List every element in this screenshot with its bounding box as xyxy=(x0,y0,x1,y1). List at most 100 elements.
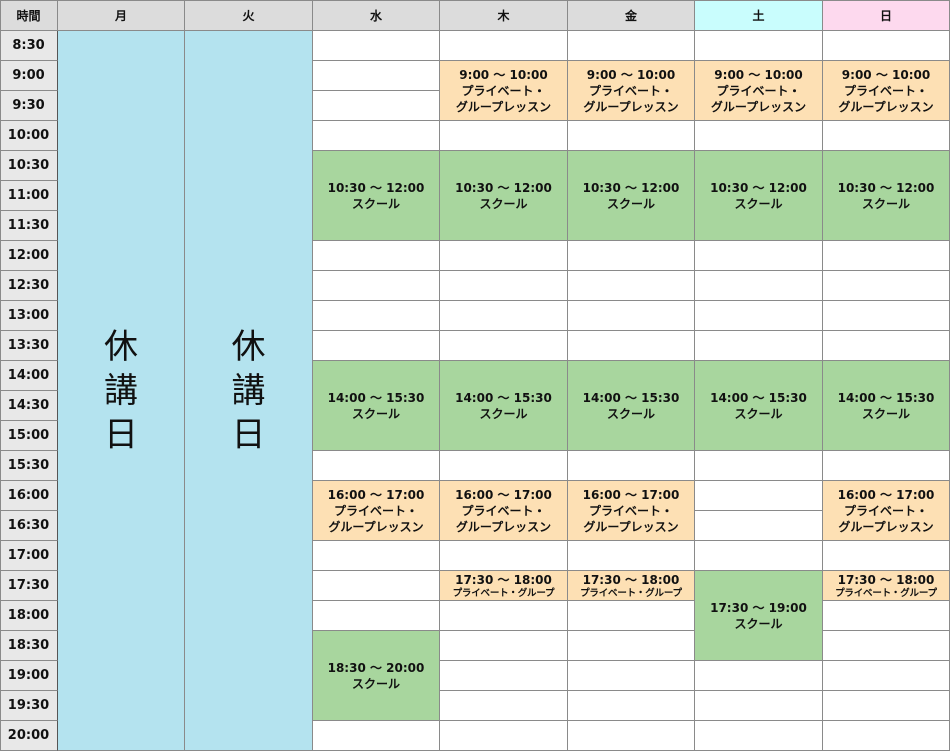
time-slot-text: 18:00 xyxy=(7,608,50,623)
time-slot-text: 10:30 xyxy=(7,158,50,173)
time-slot-label: 16:00 xyxy=(0,481,58,511)
event-block-private[interactable]: 16:00 〜 17:00 プライベート・ グループレッスン xyxy=(313,481,440,541)
time-slot-label: 11:30 xyxy=(0,211,58,241)
event-block-school[interactable]: 18:30 〜 20:00 スクール xyxy=(313,631,440,721)
event-title: スクール xyxy=(479,196,528,211)
event-block-school[interactable]: 10:30 〜 12:00 スクール xyxy=(568,151,695,241)
empty-slot xyxy=(823,661,950,691)
time-slot-text: 9:00 xyxy=(12,68,45,83)
event-time: 16:00 〜 17:00 xyxy=(837,487,935,502)
event-time: 9:00 〜 10:00 xyxy=(841,67,931,82)
empty-slot xyxy=(568,541,695,571)
empty-slot xyxy=(313,61,440,91)
day-header-thu: 木 xyxy=(440,0,568,31)
event-title: プライベート・ xyxy=(716,83,801,98)
day-header-sat: 土 xyxy=(695,0,823,31)
time-slot-label: 13:00 xyxy=(0,301,58,331)
event-block-private[interactable]: 9:00 〜 10:00 プライベート・ グループレッスン xyxy=(823,61,950,121)
day-header-label: 土 xyxy=(752,8,765,23)
empty-slot xyxy=(695,31,823,61)
event-block-school[interactable]: 14:00 〜 15:30 スクール xyxy=(823,361,950,451)
time-slot-label: 15:00 xyxy=(0,421,58,451)
event-block-school[interactable]: 10:30 〜 12:00 スクール xyxy=(440,151,568,241)
empty-slot xyxy=(440,541,568,571)
time-slot-text: 9:30 xyxy=(12,98,45,113)
event-block-school[interactable]: 10:30 〜 12:00 スクール xyxy=(695,151,823,241)
event-title: プライベート・グループ xyxy=(580,587,682,599)
event-time: 17:30 〜 18:00 xyxy=(837,572,935,587)
event-block-school[interactable]: 10:30 〜 12:00 スクール xyxy=(823,151,950,241)
event-block-private[interactable]: 17:30 〜 18:00 プライベート・グループ xyxy=(568,571,695,601)
time-slot-label: 14:00 xyxy=(0,361,58,391)
event-block-school[interactable]: 14:00 〜 15:30 スクール xyxy=(313,361,440,451)
event-block-private[interactable]: 16:00 〜 17:00 プライベート・ グループレッスン xyxy=(823,481,950,541)
event-block-school[interactable]: 14:00 〜 15:30 スクール xyxy=(440,361,568,451)
empty-slot xyxy=(440,661,568,691)
event-title-line2: グループレッスン xyxy=(838,519,934,534)
empty-slot xyxy=(313,721,440,751)
event-block-school[interactable]: 14:00 〜 15:30 スクール xyxy=(695,361,823,451)
time-slot-label: 19:30 xyxy=(0,691,58,721)
time-slot-text: 14:30 xyxy=(7,398,50,413)
event-title: スクール xyxy=(479,406,528,421)
day-header-mon: 月 xyxy=(58,0,185,31)
event-block-school[interactable]: 17:30 〜 19:00 スクール xyxy=(695,571,823,661)
event-title-line2: グループレッスン xyxy=(838,99,934,114)
day-header-label: 水 xyxy=(369,8,382,23)
event-block-private[interactable]: 17:30 〜 18:00 プライベート・グループ xyxy=(823,571,950,601)
time-slot-text: 17:00 xyxy=(7,548,50,563)
closed-day-tue: 休講日 xyxy=(185,31,313,751)
empty-slot xyxy=(440,691,568,721)
empty-slot xyxy=(313,451,440,481)
event-title: プライベート・ xyxy=(843,503,928,518)
event-title-line2: グループレッスン xyxy=(583,99,679,114)
time-slot-label: 9:00 xyxy=(0,61,58,91)
event-title-line2: グループレッスン xyxy=(455,519,552,534)
event-block-private[interactable]: 9:00 〜 10:00 プライベート・ グループレッスン xyxy=(695,61,823,121)
empty-slot xyxy=(823,121,950,151)
time-slot-label: 18:30 xyxy=(0,631,58,661)
event-block-private[interactable]: 9:00 〜 10:00 プライベート・ グループレッスン xyxy=(568,61,695,121)
event-block-private[interactable]: 16:00 〜 17:00 プライベート・ グループレッスン xyxy=(440,481,568,541)
time-slot-text: 8:30 xyxy=(12,38,45,53)
empty-slot xyxy=(313,571,440,601)
empty-slot xyxy=(695,511,823,541)
closed-day-mon: 休講日 xyxy=(58,31,185,751)
empty-slot xyxy=(313,331,440,361)
event-block-school[interactable]: 14:00 〜 15:30 スクール xyxy=(568,361,695,451)
time-slot-text: 15:00 xyxy=(7,428,50,443)
event-title: プライベート・グループ xyxy=(452,587,555,599)
empty-slot xyxy=(823,601,950,631)
day-header-label: 木 xyxy=(497,8,510,23)
empty-slot xyxy=(568,271,695,301)
event-time: 14:00 〜 15:30 xyxy=(710,390,807,405)
event-block-private[interactable]: 9:00 〜 10:00 プライベート・ グループレッスン xyxy=(440,61,568,121)
time-slot-text: 14:00 xyxy=(7,368,50,383)
event-block-school[interactable]: 10:30 〜 12:00 スクール xyxy=(313,151,440,241)
empty-slot xyxy=(440,721,568,751)
empty-slot xyxy=(313,121,440,151)
event-time: 17:30 〜 18:00 xyxy=(582,572,680,587)
empty-slot xyxy=(568,241,695,271)
timetable-grid: 時間 月 火 水 木 金 土 日 8:30 9:00 9:30 10:00 10:30 11:00 11:3… xyxy=(0,0,950,751)
empty-slot xyxy=(695,301,823,331)
event-time: 10:30 〜 12:00 xyxy=(582,180,680,195)
empty-slot xyxy=(823,541,950,571)
time-slot-label: 9:30 xyxy=(0,91,58,121)
event-time: 10:30 〜 12:00 xyxy=(455,180,552,195)
empty-slot xyxy=(695,661,823,691)
empty-slot xyxy=(313,91,440,121)
time-slot-text: 15:30 xyxy=(7,458,50,473)
empty-slot xyxy=(695,721,823,751)
event-title: プライベート・ xyxy=(333,503,418,518)
time-slot-label: 13:30 xyxy=(0,331,58,361)
event-block-private[interactable]: 16:00 〜 17:00 プライベート・ グループレッスン xyxy=(568,481,695,541)
event-time: 18:30 〜 20:00 xyxy=(327,660,425,675)
time-slot-text: 12:00 xyxy=(7,248,50,263)
empty-slot xyxy=(568,451,695,481)
day-header-label: 金 xyxy=(624,8,637,23)
time-slot-label: 20:00 xyxy=(0,721,58,751)
event-block-private[interactable]: 17:30 〜 18:00 プライベート・グループ xyxy=(440,571,568,601)
empty-slot xyxy=(313,31,440,61)
empty-slot xyxy=(823,331,950,361)
